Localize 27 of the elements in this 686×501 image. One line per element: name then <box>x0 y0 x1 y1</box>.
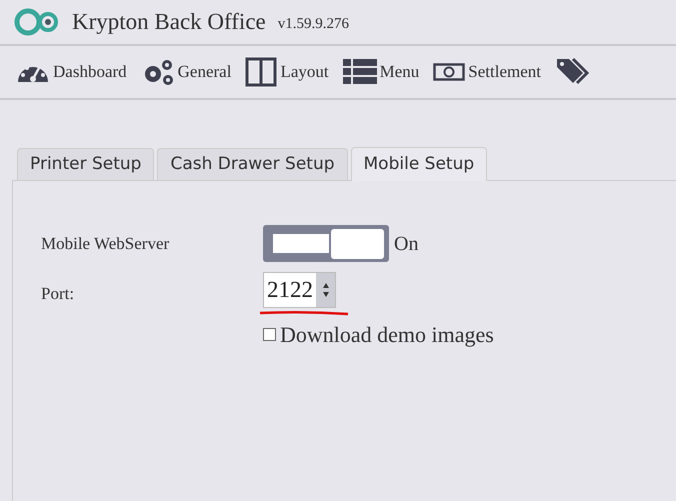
toolbar-button[interactable]: General <box>140 58 232 86</box>
layout-icon <box>245 57 278 87</box>
banknote-icon <box>433 63 466 81</box>
list-icon <box>342 59 377 85</box>
toolbar-button[interactable]: Menu <box>342 59 420 85</box>
logo-icon <box>14 8 60 36</box>
toolbar-button[interactable]: Settlement <box>433 59 542 85</box>
field-label: Port: <box>41 283 76 306</box>
tab[interactable]: Cash Drawer Setup <box>157 148 348 180</box>
tab[interactable]: Mobile Setup <box>350 147 488 181</box>
app-title: Krypton Back Office <box>72 8 266 36</box>
tab[interactable]: Printer Setup <box>17 148 154 180</box>
toolbar-button[interactable]: Dashboard <box>16 59 127 85</box>
toggle-state: On <box>394 232 418 256</box>
toggle-thumb[interactable] <box>331 228 384 258</box>
checkbox-label: Download demo images <box>280 321 494 349</box>
tags-icon <box>555 57 590 87</box>
port-spinner[interactable]: 2122 <box>263 272 336 308</box>
checkbox[interactable] <box>263 328 276 341</box>
version-label: v1.59.9.276 <box>278 14 349 34</box>
toolbar-button[interactable]: Layout <box>245 57 329 87</box>
spin-up-icon[interactable] <box>322 283 328 288</box>
checkbox-row[interactable]: Download demo images <box>263 318 676 351</box>
toolbar-button[interactable] <box>555 57 590 87</box>
spin-down-icon[interactable] <box>322 292 328 297</box>
field-label: Mobile WebServer <box>41 232 170 255</box>
toggle-switch[interactable] <box>263 225 389 262</box>
